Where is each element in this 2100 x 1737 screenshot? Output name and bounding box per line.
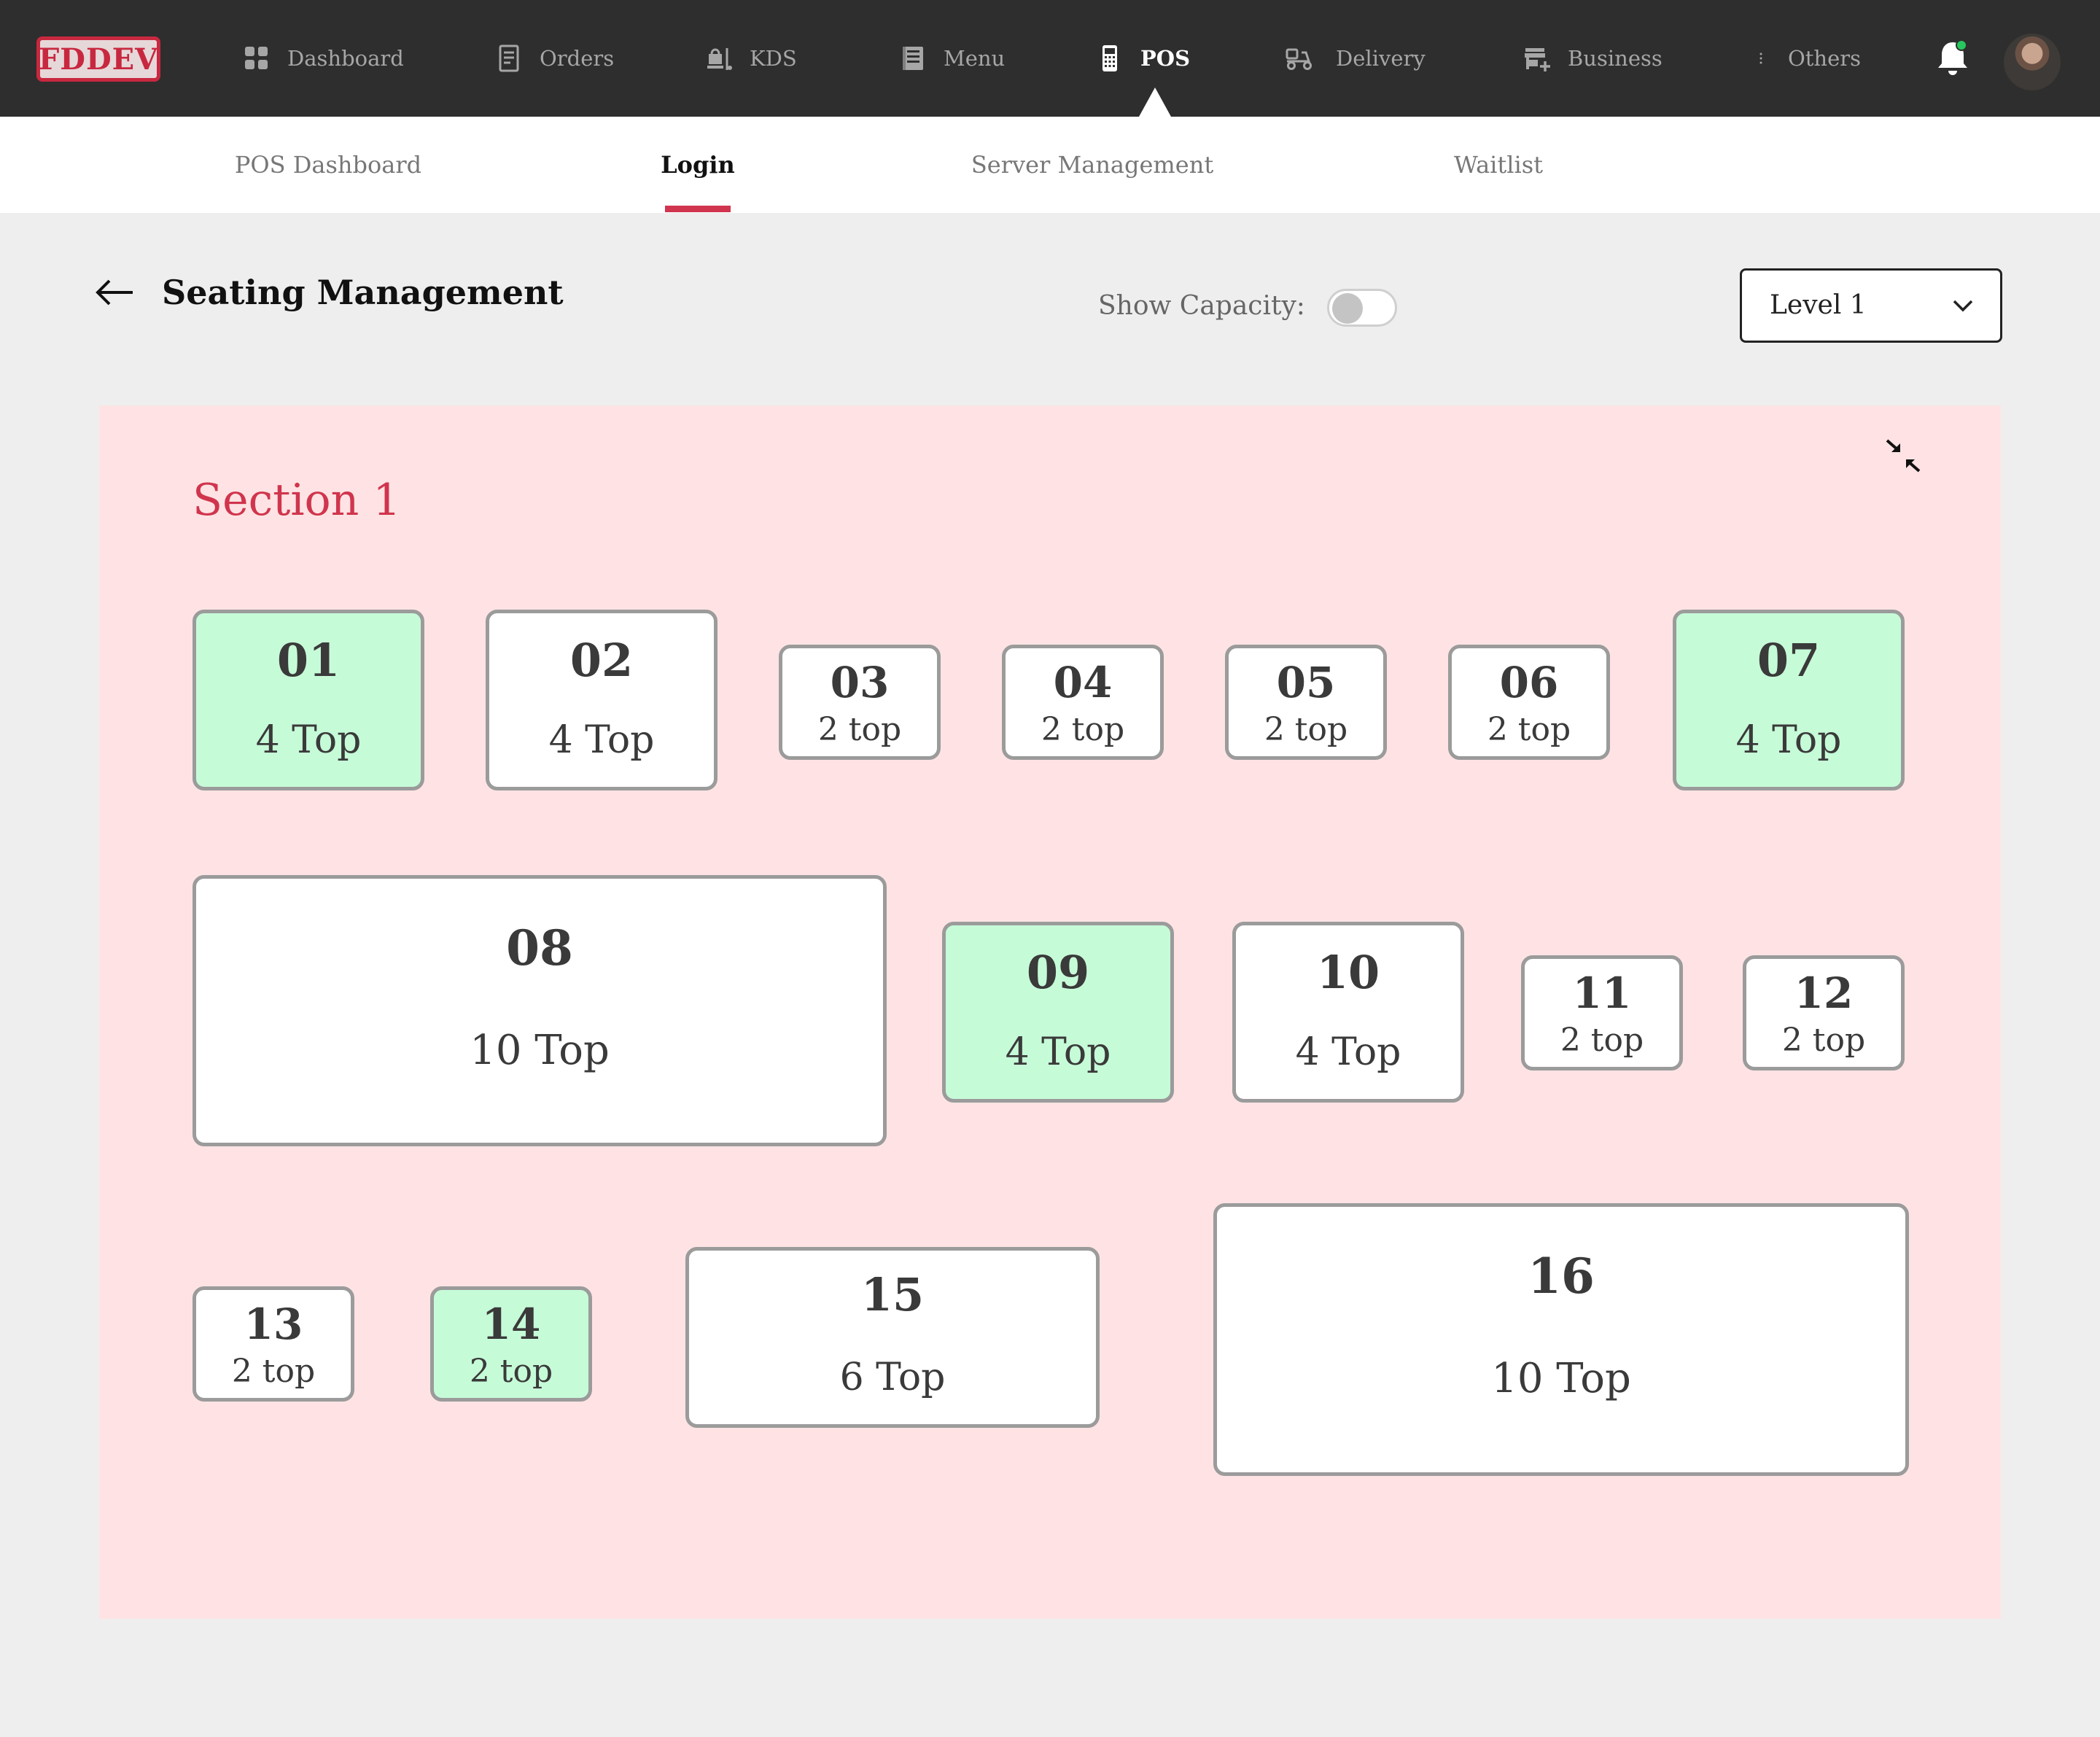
chevron-down-icon [1953,300,1973,312]
section-title: Section 1 [192,475,401,526]
page-title: Seating Management [162,273,564,312]
table-03[interactable]: 03 2 top [779,645,941,760]
table-capacity: 2 top [817,711,902,748]
table-number: 12 [1794,968,1854,1018]
table-05[interactable]: 05 2 top [1225,645,1387,760]
table-13[interactable]: 13 2 top [192,1286,354,1402]
tab-login[interactable]: Login [643,117,752,213]
table-capacity: 6 Top [839,1356,946,1399]
book-icon [903,47,923,70]
nav-item-business[interactable]: Business [1522,0,1662,117]
tab-pos-dashboard[interactable]: POS Dashboard [219,117,438,213]
notification-dot [1956,39,1967,51]
brand-logo[interactable]: FDDEV [36,36,160,82]
table-capacity: 4 Top [1005,1030,1111,1074]
table-number: 07 [1757,634,1821,687]
user-avatar[interactable] [2004,34,2061,90]
table-number: 04 [1053,658,1113,707]
table-capacity: 10 Top [1491,1355,1631,1402]
nav-label-orders: Orders [540,46,615,71]
nav-label-dashboard: Dashboard [287,46,404,71]
table-number: 13 [244,1299,303,1349]
tab-waitlist[interactable]: Waitlist [1436,117,1560,213]
table-15[interactable]: 15 6 Top [685,1247,1100,1428]
nav-item-kds[interactable]: KDS [704,0,797,117]
table-16[interactable]: 16 10 Top [1213,1203,1909,1476]
nav-label-pos: POS [1140,46,1191,71]
level-select-value: Level 1 [1770,290,1867,320]
table-number: 01 [276,634,341,687]
table-capacity: 2 top [469,1353,553,1390]
nav-label-delivery: Delivery [1336,46,1426,71]
receipt-icon [499,44,519,72]
tab-label-pos-dashboard: POS Dashboard [234,151,422,179]
table-capacity: 4 Top [1295,1030,1401,1074]
table-09[interactable]: 09 4 Top [942,922,1174,1103]
nav-item-menu[interactable]: Menu [898,0,1005,117]
table-capacity: 2 top [1041,711,1125,748]
nav-label-menu: Menu [944,46,1006,71]
show-capacity-toggle[interactable] [1327,289,1397,327]
active-nav-indicator [1139,88,1171,117]
nav-item-orders[interactable]: Orders [494,0,614,117]
level-select[interactable]: Level 1 [1740,268,2002,343]
table-capacity: 4 Top [1735,718,1842,762]
table-02[interactable]: 02 4 Top [486,610,718,790]
table-06[interactable]: 06 2 top [1448,645,1610,760]
table-12[interactable]: 12 2 top [1743,955,1905,1070]
tab-label-login: Login [661,151,735,179]
collapse-icon[interactable] [1884,438,1922,474]
table-capacity: 2 top [1487,711,1571,748]
table-number: 15 [860,1268,925,1321]
table-number: 11 [1572,968,1632,1018]
back-arrow-icon[interactable] [95,277,134,308]
table-number: 08 [506,920,573,976]
active-tab-underline [665,206,731,212]
more-vertical-icon [1759,53,1762,64]
table-capacity: 2 top [1560,1022,1644,1059]
nav-item-dashboard[interactable]: Dashboard [242,0,404,117]
table-number: 02 [569,634,634,687]
table-number: 05 [1276,658,1336,707]
nav-label-kds: KDS [750,46,797,71]
table-01[interactable]: 01 4 Top [192,610,424,790]
toggle-knob [1332,293,1363,324]
table-04[interactable]: 04 2 top [1002,645,1164,760]
table-10[interactable]: 10 4 Top [1232,922,1464,1103]
table-capacity: 2 top [1264,711,1348,748]
kitchen-icon [707,48,732,70]
table-number: 14 [481,1299,541,1349]
pos-terminal-icon [1102,45,1117,71]
nav-label-others: Others [1788,46,1862,71]
table-08[interactable]: 08 10 Top [192,875,887,1146]
table-number: 10 [1316,946,1380,999]
store-add-icon [1525,48,1550,71]
show-capacity-label: Show Capacity: [1098,291,1305,321]
table-number: 06 [1499,658,1559,707]
table-14[interactable]: 14 2 top [430,1286,592,1402]
table-07[interactable]: 07 4 Top [1673,610,1905,790]
delivery-scooter-icon [1286,48,1312,70]
table-capacity: 2 top [1781,1022,1866,1059]
table-capacity: 4 Top [255,718,362,762]
tab-label-server-management: Server Management [971,151,1214,179]
table-capacity: 10 Top [470,1027,610,1074]
table-capacity: 2 top [231,1353,316,1390]
table-number: 09 [1026,946,1090,999]
nav-item-others[interactable]: Others [1757,0,1861,117]
table-capacity: 4 Top [548,718,655,762]
brand-logo-text: FDDEV [38,42,159,77]
tab-label-waitlist: Waitlist [1453,151,1544,179]
grid-icon [245,47,268,69]
nav-item-delivery[interactable]: Delivery [1279,0,1426,117]
tab-server-management[interactable]: Server Management [954,117,1231,213]
nav-label-business: Business [1568,46,1662,71]
table-number: 03 [830,658,890,707]
table-number: 16 [1528,1248,1595,1305]
table-11[interactable]: 11 2 top [1521,955,1683,1070]
